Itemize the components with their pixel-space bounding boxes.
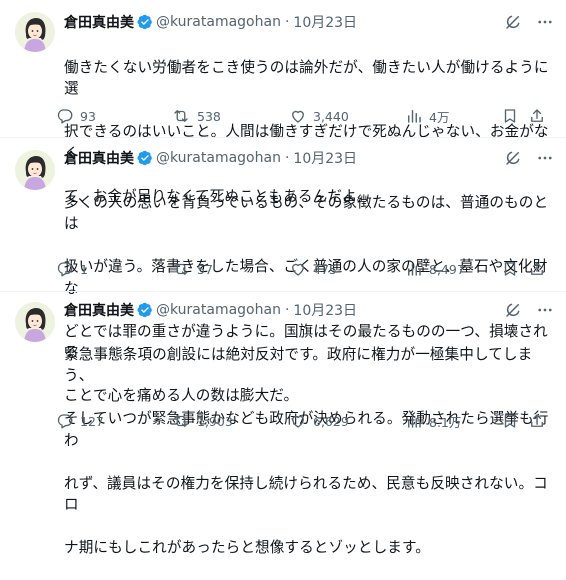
grok-icon[interactable] [504,301,522,319]
reply-icon [57,414,73,429]
repost-button[interactable]: 538 [171,106,221,126]
views-count: 8.1万 [429,414,462,430]
repost-count: 538 [197,108,221,124]
reply-button[interactable]: 127 [56,411,104,431]
tweet-date[interactable]: 10月23日 [293,12,357,32]
author-handle[interactable]: @kuratamagohan [156,14,281,30]
reply-button[interactable]: 1 [56,259,88,279]
like-button[interactable]: 6,629 [289,411,349,431]
reply-count: 1 [80,261,88,277]
tweet-top-actions [504,148,554,168]
tweet-text-line: ナ期にもしこれがあったらと想像するとゾッとします。 [64,539,430,556]
tweet-1[interactable]: 倉田真由美 @kuratamagohan · 10月23日 働きたくない労働者を… [0,0,566,205]
reply-count: 127 [80,413,104,429]
grok-icon[interactable] [504,149,522,167]
views-icon [408,415,421,428]
tweet-header: 倉田真由美 @kuratamagohan · 10月23日 [64,12,357,32]
tweet-actions: 1 57 475 8,497 [56,259,556,279]
tweet-2[interactable]: 倉田真由美 @kuratamagohan · 10月23日 多くの人の思いを背負… [0,138,566,404]
tweet-date[interactable]: 10月23日 [293,300,357,320]
reply-icon [57,109,73,124]
repost-button[interactable]: 1,903 [171,411,233,431]
separator-dot: · [284,302,290,318]
views-count: 8,497 [429,261,465,277]
bookmark-button[interactable] [501,411,525,431]
author-handle[interactable]: @kuratamagohan [156,150,281,166]
tweet-header: 倉田真由美 @kuratamagohan · 10月23日 [64,148,357,168]
avatar[interactable] [15,12,55,52]
tweet-header: 倉田真由美 @kuratamagohan · 10月23日 [64,300,357,320]
like-count: 6,629 [313,413,349,429]
bookmark-button[interactable] [501,259,525,279]
share-icon [531,262,543,275]
views-icon [408,110,421,123]
tweet-text-line: 働きたくない労働者をこき使うのは論外だが、働きたい人が働けるように選 [64,58,549,98]
tweet-text-line: 緊急事態条項の創設には絶対反対です。政府に権力が一極集中してしまう、 [64,345,533,385]
views-count: 4万 [429,109,450,125]
tweet-actions: 93 538 3,440 4万 [56,106,556,126]
bookmark-icon [504,109,516,123]
repost-count: 57 [197,261,213,277]
share-button[interactable] [528,411,552,431]
tweet-top-actions [504,12,554,32]
share-button[interactable] [528,106,552,126]
author-name[interactable]: 倉田真由美 [64,12,134,32]
share-icon [531,109,543,122]
like-count: 3,440 [313,108,349,124]
tweet-text-line: れず、議員はその権力を保持し続けられるため、民意も反映されない。コロ [64,474,548,514]
reply-button[interactable]: 93 [56,106,96,126]
reply-count: 93 [80,108,96,124]
like-icon [292,415,304,428]
share-icon [531,414,543,427]
views-button[interactable]: 8,497 [405,259,465,279]
author-name[interactable]: 倉田真由美 [64,148,134,168]
like-icon [292,110,304,123]
verified-badge-icon [137,150,152,166]
verified-badge-icon [137,14,152,30]
avatar[interactable] [15,302,55,342]
bookmark-button[interactable] [501,106,525,126]
views-button[interactable]: 8.1万 [405,411,461,431]
separator-dot: · [284,150,290,166]
like-count: 475 [313,261,337,277]
reply-icon [57,262,73,277]
tweet-date[interactable]: 10月23日 [293,148,357,168]
tweet-text-line: 多くの人の思いを背負っているもの、その象徴たるものは、普通のものとは [64,193,549,233]
bookmark-icon [504,414,516,428]
like-button[interactable]: 475 [289,259,337,279]
tweet-3[interactable]: 倉田真由美 @kuratamagohan · 10月23日 緊急事態条項の創設に… [0,292,566,556]
avatar[interactable] [15,150,55,190]
repost-icon [174,263,188,275]
tweet-text: 緊急事態条項の創設には絶対反対です。政府に権力が一極集中してしまう、 そしていつ… [64,322,556,580]
like-button[interactable]: 3,440 [289,106,349,126]
more-icon[interactable] [536,149,554,167]
views-button[interactable]: 4万 [405,106,449,126]
author-handle[interactable]: @kuratamagohan [156,302,281,318]
tweet-top-actions [504,300,554,320]
separator-dot: · [284,14,290,30]
like-icon [292,263,304,276]
tweet-actions: 127 1,903 6,629 8.1万 [56,411,556,431]
grok-icon[interactable] [504,13,522,31]
repost-icon [174,110,188,122]
views-icon [408,263,421,276]
more-icon[interactable] [536,301,554,319]
more-icon[interactable] [536,13,554,31]
verified-badge-icon [137,302,152,318]
repost-icon [174,415,188,427]
bookmark-icon [504,262,516,276]
author-name[interactable]: 倉田真由美 [64,300,134,320]
repost-count: 1,903 [197,413,233,429]
repost-button[interactable]: 57 [171,259,213,279]
share-button[interactable] [528,259,552,279]
